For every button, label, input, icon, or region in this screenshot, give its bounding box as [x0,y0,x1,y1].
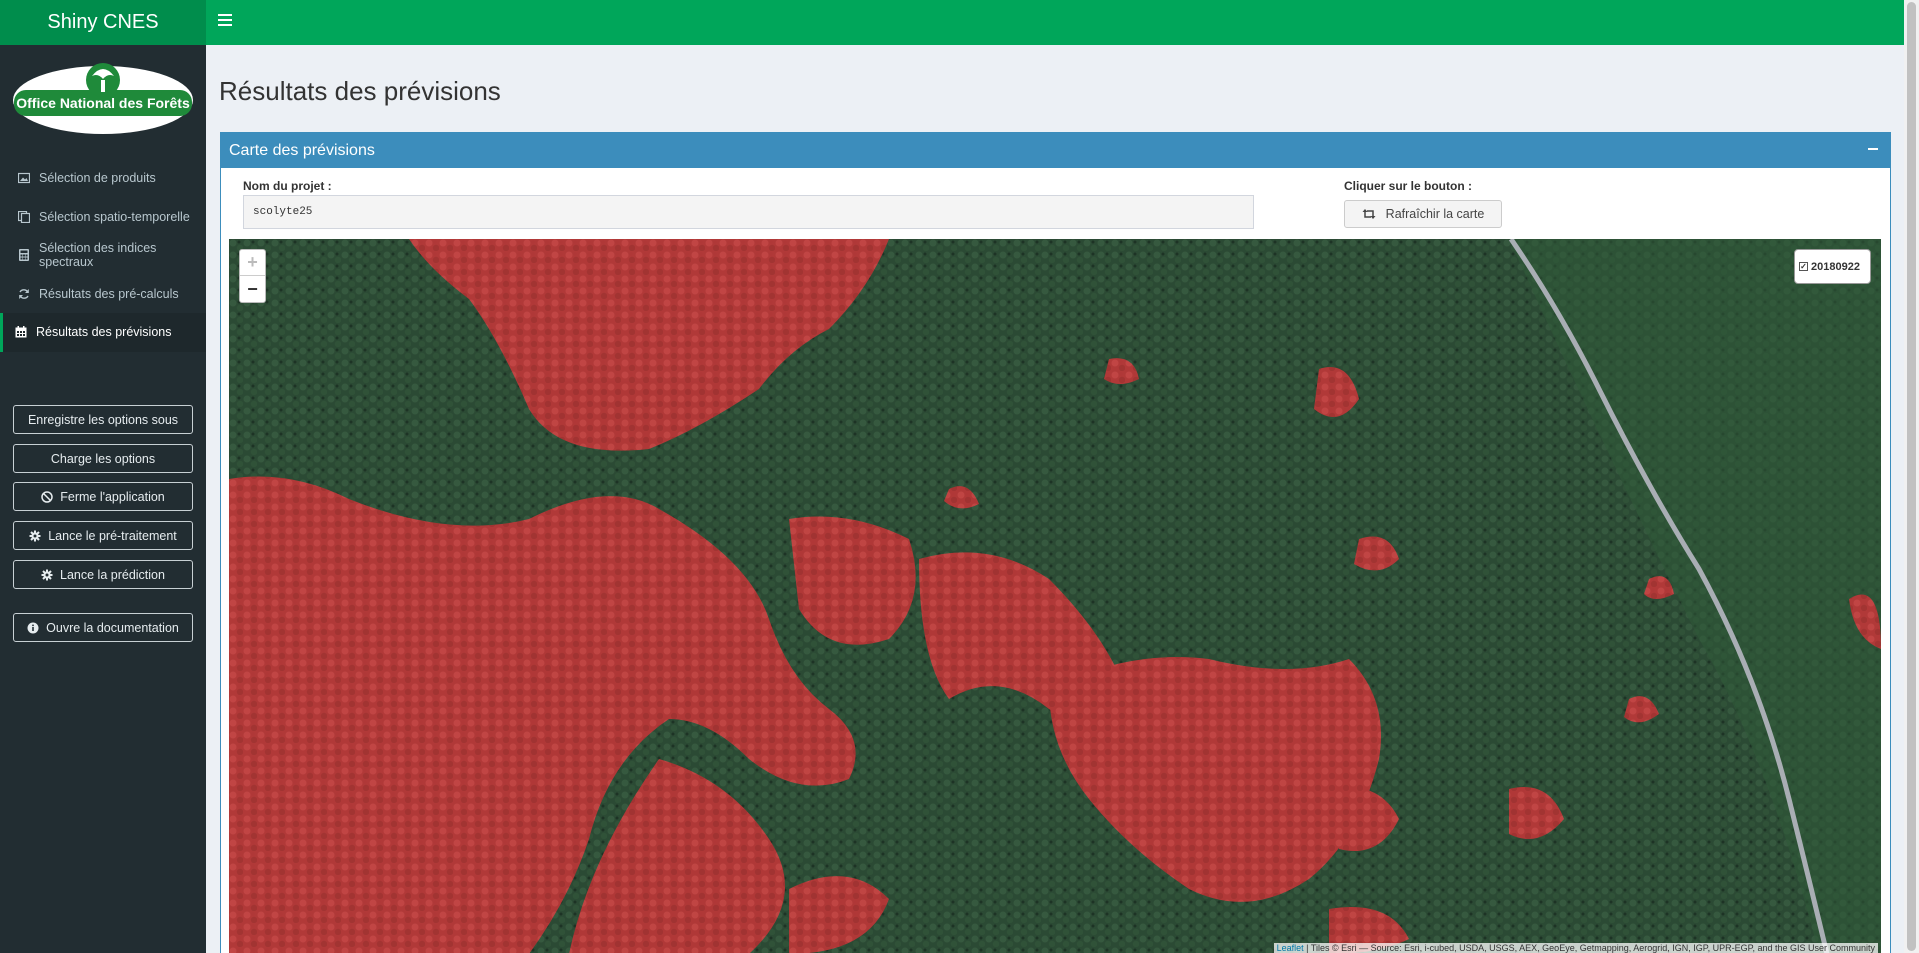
project-name-input[interactable] [243,195,1254,229]
sidebar-item-label: Sélection de produits [39,171,156,186]
layer-label: 20180922 [1811,260,1860,273]
refresh-map-button[interactable]: Rafraîchir la carte [1344,200,1502,228]
satellite-imagery [229,239,1881,953]
run-prediction-button[interactable]: Lance la prédiction [13,560,193,589]
zoom-out-button[interactable]: − [240,276,265,302]
zoom-control: + − [239,249,266,303]
page-scrollbar[interactable] [1904,0,1919,953]
sidebar-menu: Sélection de produits Sélection spatio-t… [0,159,206,352]
map-view[interactable]: + − ✓ 20180922 Leaflet | Tiles © Esri — … [229,239,1881,953]
sidebar-item-label: Sélection spatio-temporelle [39,209,190,224]
save-options-button[interactable]: Enregistre les options sous [13,405,193,434]
logo-text: Office National des Forêts [16,95,190,111]
run-preprocessing-button[interactable]: Lance le pré-traitement [13,521,193,550]
refresh-icon [18,288,30,300]
layer-checkbox[interactable]: ✓ [1799,262,1808,271]
open-docs-button[interactable]: Ouvre la documentation [13,613,193,642]
gear-icon [41,569,53,581]
sidebar: Office National des Forêts Sélection de … [0,45,206,953]
retweet-icon [1362,209,1376,219]
sidebar-item-label: Sélection des indices spectraux [39,241,157,270]
layer-control[interactable]: ✓ 20180922 [1794,249,1871,284]
leaflet-link[interactable]: Leaflet [1277,943,1304,953]
sidebar-toggle-icon[interactable] [218,14,232,30]
sidebar-item-label: Résultats des prévisions [36,325,172,340]
map-attribution: Leaflet | Tiles © Esri — Source: Esri, i… [1273,943,1878,953]
image-icon [18,172,30,184]
collapse-icon[interactable] [1868,148,1878,150]
top-navbar [206,0,1904,45]
app-title[interactable]: Shiny CNES [0,0,206,45]
copy-icon [18,210,30,223]
calculator-icon [18,249,30,262]
page-title: Résultats des prévisions [219,76,501,106]
gear-icon [29,530,41,542]
load-options-button[interactable]: Charge les options [13,444,193,473]
sidebar-item-forecast-results[interactable]: Résultats des prévisions [0,313,206,352]
project-name-label: Nom du projet : [243,179,332,193]
sidebar-item-spatio-temporal[interactable]: Sélection spatio-temporelle [0,198,206,237]
zoom-in-button[interactable]: + [240,250,265,276]
sidebar-item-spectral-indices[interactable]: Sélection des indices spectraux [0,236,206,275]
calendar-icon [15,326,27,338]
ban-icon [41,490,53,503]
sidebar-item-precalc-results[interactable]: Résultats des pré-calculs [0,275,206,314]
box-title: Carte des prévisions [229,141,375,159]
sidebar-item-label: Résultats des pré-calculs [39,286,179,301]
close-app-button[interactable]: Ferme l'application [13,482,193,511]
scrollbar-thumb[interactable] [1907,2,1916,951]
map-box: Carte des prévisions Nom du projet : Cli… [220,132,1891,953]
info-icon [27,622,39,634]
sidebar-item-products[interactable]: Sélection de produits [0,159,206,198]
button-hint-label: Cliquer sur le bouton : [1344,179,1472,193]
box-header: Carte des prévisions [221,133,1890,168]
onf-logo: Office National des Forêts [13,63,193,134]
